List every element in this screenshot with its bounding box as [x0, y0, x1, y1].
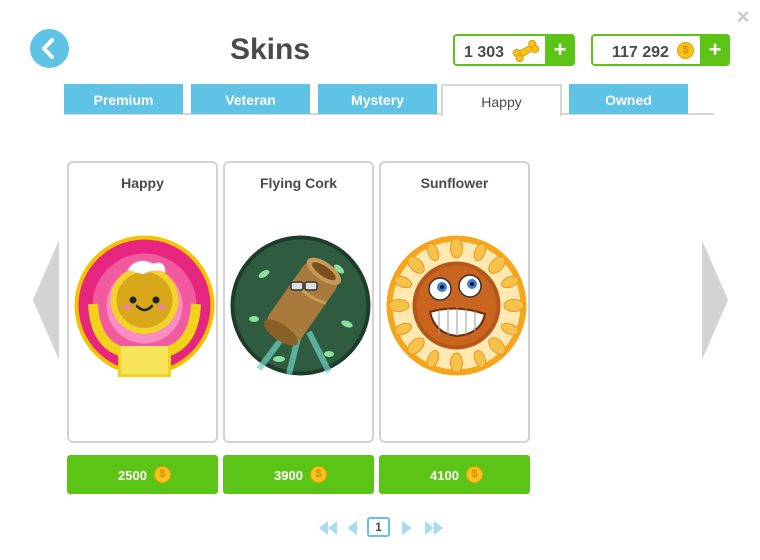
- next-arrow-icon[interactable]: [702, 240, 728, 360]
- skin-name: Flying Cork: [259, 175, 337, 191]
- buy-button-happy[interactable]: 2500 $: [67, 455, 218, 494]
- happy-skin-art: [74, 235, 215, 377]
- page-title: Skins: [229, 33, 311, 66]
- skin-name: Sunflower: [420, 175, 489, 191]
- bones-balance: 1 303 +: [453, 34, 575, 66]
- flying-cork-skin-art: [230, 235, 371, 376]
- coins-amount: 117 292: [612, 44, 669, 61]
- coin-icon: $: [154, 466, 171, 483]
- previous-arrow-icon[interactable]: [33, 240, 59, 360]
- tab-mystery[interactable]: Mystery: [318, 84, 437, 114]
- price-label: 3900: [274, 468, 303, 483]
- bone-icon: [512, 40, 540, 62]
- buy-button-flying-cork[interactable]: 3900 $: [223, 455, 374, 494]
- coins-balance: 117 292 $ +: [591, 34, 730, 66]
- skin-card-flying-cork[interactable]: Flying Cork: [223, 161, 374, 443]
- tab-veteran[interactable]: Veteran: [191, 84, 310, 114]
- previous-page-icon[interactable]: [346, 521, 357, 535]
- first-page-icon[interactable]: [318, 521, 338, 535]
- coin-icon: $: [677, 42, 694, 59]
- back-button[interactable]: [30, 29, 69, 68]
- tab-owned[interactable]: Owned: [569, 84, 688, 114]
- current-page[interactable]: 1: [367, 517, 390, 537]
- coin-icon: $: [310, 466, 327, 483]
- next-page-icon[interactable]: [402, 521, 413, 535]
- skin-card-sunflower[interactable]: Sunflower: [379, 161, 530, 443]
- skin-name: Happy: [121, 175, 164, 191]
- buy-bones-button[interactable]: +: [545, 34, 575, 66]
- close-icon[interactable]: ×: [733, 6, 753, 28]
- sunflower-skin-art: [386, 235, 527, 376]
- bones-amount: 1 303: [464, 44, 505, 61]
- tab-premium[interactable]: Premium: [64, 84, 183, 114]
- last-page-icon[interactable]: [424, 521, 444, 535]
- skin-card-happy[interactable]: Happy: [67, 161, 218, 443]
- coin-icon: $: [466, 466, 483, 483]
- tab-happy[interactable]: Happy: [441, 84, 562, 116]
- price-label: 4100: [430, 468, 459, 483]
- price-label: 2500: [118, 468, 147, 483]
- chevron-left-icon: [42, 38, 54, 59]
- buy-coins-button[interactable]: +: [700, 34, 730, 66]
- buy-button-sunflower[interactable]: 4100 $: [379, 455, 530, 494]
